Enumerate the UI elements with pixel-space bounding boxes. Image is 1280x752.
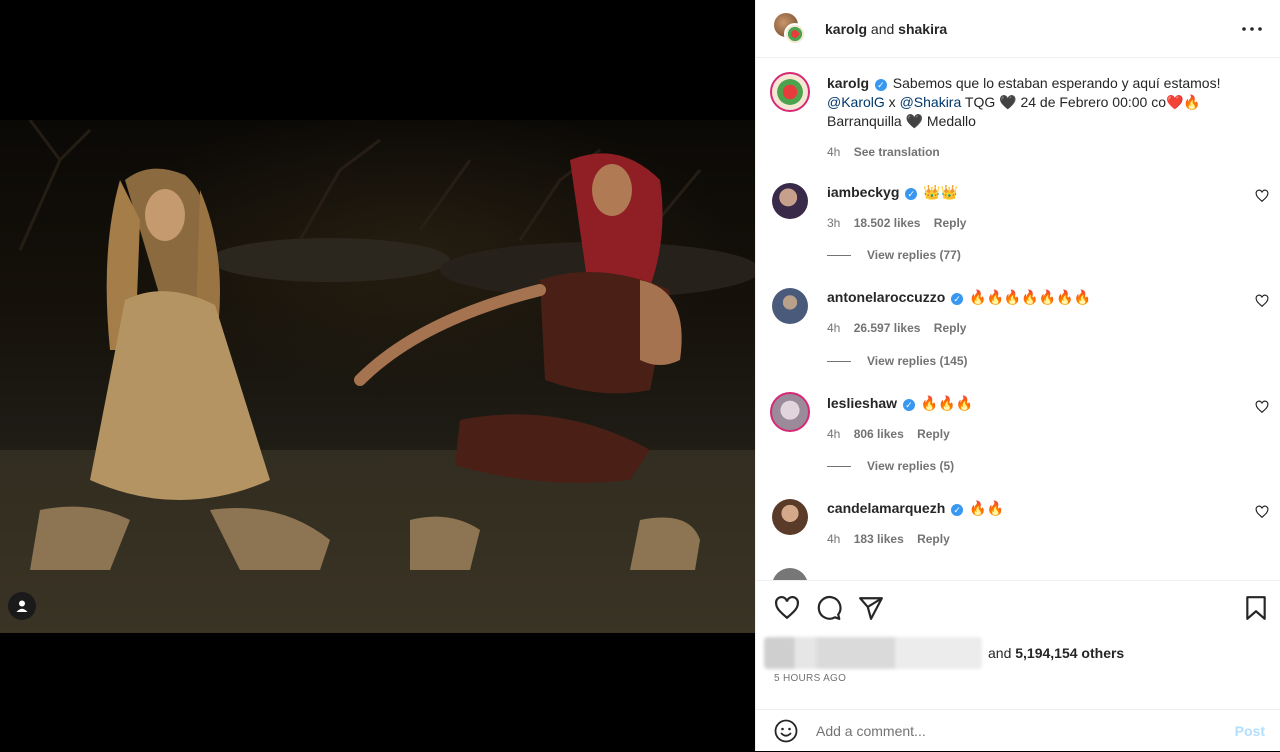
comment-text: 🔥🔥🔥 — [920, 395, 974, 411]
likes-summary[interactable]: and 5,194,154 others — [764, 635, 1124, 671]
comment-body: antonelaroccuzzo ✓ 🔥🔥🔥🔥🔥🔥🔥 4h 26.597 lik… — [827, 288, 1247, 338]
comment-username[interactable]: iambeckyg — [827, 184, 899, 200]
timestamp[interactable]: 4h — [827, 145, 840, 159]
like-comment-heart-icon[interactable] — [1255, 400, 1269, 414]
post-media — [0, 0, 755, 751]
header-conjunction: and — [870, 20, 895, 37]
like-count[interactable]: 806 likes — [854, 427, 904, 441]
avatar[interactable] — [772, 183, 808, 219]
view-replies-button[interactable]: View replies (77) — [827, 248, 961, 262]
comment-text: 🔥🔥 — [969, 500, 1004, 516]
caption-line-2: TQG 🖤 24 de Febrero 00:00 co❤️🔥 — [961, 94, 1201, 110]
comment-body: iambeckyg ✓ 👑👑 3h 18.502 likes Reply — [827, 183, 1247, 233]
caption-line-1: Sabemos que lo estaban esperando y aquí … — [892, 75, 1221, 91]
tagged-users-button[interactable] — [8, 592, 36, 620]
liked-by-avatars — [764, 637, 982, 669]
verified-icon: ✓ — [905, 188, 918, 200]
verified-icon: ✓ — [951, 293, 964, 305]
like-count[interactable]: 18.502 likes — [854, 216, 921, 230]
more-horizontal-icon — [1242, 27, 1262, 31]
post-actions: and 5,194,154 others 5 HOURS AGO Post — [756, 580, 1280, 751]
like-count[interactable]: 26.597 likes — [854, 321, 921, 335]
like-heart-icon[interactable] — [774, 595, 800, 621]
caption-body: karolg ✓ Sabemos que lo estaban esperand… — [827, 74, 1247, 162]
reply-button[interactable]: Reply — [934, 216, 967, 230]
reply-button[interactable]: Reply — [917, 532, 950, 546]
caption-username[interactable]: karolg — [827, 75, 869, 91]
comment-username[interactable]: antonelaroccuzzo — [827, 289, 945, 305]
view-replies-button[interactable]: View replies (5) — [827, 459, 954, 473]
caption-line-3: Barranquilla 🖤 Medallo — [827, 113, 976, 129]
comment-text: 🔥🔥🔥🔥🔥🔥🔥 — [969, 289, 1092, 305]
verified-icon: ✓ — [902, 399, 915, 411]
comment-meta: 4h 806 likes Reply — [827, 425, 1247, 444]
avatar[interactable] — [772, 499, 808, 535]
view-replies-label: View replies (77) — [867, 248, 961, 262]
comment-input[interactable] — [816, 723, 1216, 739]
caption-separator: x — [884, 94, 900, 110]
emoji-icon[interactable] — [774, 719, 798, 743]
like-comment-heart-icon[interactable] — [1255, 294, 1269, 308]
collab-names: karolg and shakira — [825, 21, 947, 37]
avatar[interactable] — [772, 288, 808, 324]
avatar — [784, 22, 806, 45]
comment-meta: 4h 183 likes Reply — [827, 530, 1247, 549]
replies-divider — [827, 254, 851, 256]
posted-time[interactable]: 5 HOURS AGO — [774, 673, 846, 684]
timestamp[interactable]: 4h — [827, 532, 840, 546]
avatar[interactable] — [770, 72, 810, 112]
like-comment-heart-icon[interactable] — [1255, 189, 1269, 203]
timestamp[interactable]: 3h — [827, 216, 840, 230]
header-username-1[interactable]: karolg — [825, 21, 867, 37]
mention-link[interactable]: @Shakira — [900, 94, 962, 110]
user-icon — [16, 600, 28, 612]
see-translation-button[interactable]: See translation — [854, 145, 940, 159]
likes-conjunction: and — [988, 645, 1012, 661]
avatar[interactable] — [772, 568, 808, 580]
timestamp[interactable]: 4h — [827, 321, 840, 335]
reply-button[interactable]: Reply — [934, 321, 967, 335]
mention-link[interactable]: @KarolG — [827, 94, 885, 110]
caption-meta: 4h See translation — [827, 143, 1247, 162]
replies-divider — [827, 360, 851, 362]
verified-icon: ✓ — [874, 79, 887, 91]
collab-avatars[interactable] — [774, 12, 806, 45]
like-comment-heart-icon[interactable] — [1255, 505, 1269, 519]
view-replies-label: View replies (145) — [867, 354, 968, 368]
comment-body: candelamarquezh ✓ 🔥🔥 4h 183 likes Reply — [827, 499, 1247, 549]
like-count[interactable]: 183 likes — [854, 532, 904, 546]
more-options-button[interactable] — [1241, 18, 1263, 40]
post-comment-button[interactable]: Post — [1235, 723, 1265, 739]
header-username-2[interactable]: shakira — [898, 21, 947, 37]
avatar[interactable] — [770, 392, 810, 432]
photo-illustration — [0, 120, 755, 633]
add-comment-bar: Post — [756, 709, 1280, 752]
post-header: karolg and shakira — [756, 0, 1280, 58]
replies-divider — [827, 465, 851, 467]
likes-count[interactable]: 5,194,154 others — [1015, 645, 1124, 661]
comment-body: leslieshaw ✓ 🔥🔥🔥 4h 806 likes Reply — [827, 394, 1247, 444]
view-replies-label: View replies (5) — [867, 459, 955, 473]
view-replies-button[interactable]: View replies (145) — [827, 354, 968, 368]
comment-meta: 3h 18.502 likes Reply — [827, 214, 1247, 233]
comment-meta: 4h 26.597 likes Reply — [827, 319, 1247, 338]
comment-bubble-icon[interactable] — [816, 595, 842, 621]
verified-icon: ✓ — [951, 504, 964, 516]
comments-list[interactable]: karolg ✓ Sabemos que lo estaban esperand… — [756, 59, 1280, 580]
timestamp[interactable]: 4h — [827, 427, 840, 441]
reply-button[interactable]: Reply — [917, 427, 950, 441]
post-photo[interactable] — [0, 120, 755, 633]
comment-username[interactable]: candelamarquezh — [827, 500, 945, 516]
share-send-icon[interactable] — [858, 595, 884, 621]
save-bookmark-icon[interactable] — [1243, 595, 1269, 621]
comment-text: 👑👑 — [923, 184, 959, 200]
post-side-panel: karolg and shakira karolg ✓ Sabemos que … — [755, 0, 1280, 751]
comment-username[interactable]: leslieshaw — [827, 395, 897, 411]
